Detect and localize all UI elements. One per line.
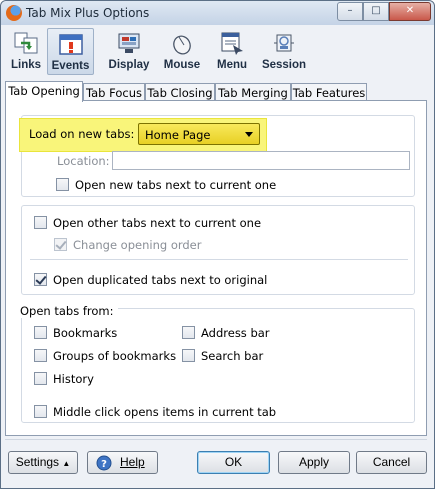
svg-text:?: ? xyxy=(101,459,107,470)
mouse-icon xyxy=(173,35,191,55)
search-bar-checkbox[interactable] xyxy=(182,349,195,362)
divider xyxy=(30,259,408,260)
toolbar-session[interactable]: Session xyxy=(260,28,308,75)
load-new-tabs-label: Load on new tabs: xyxy=(29,127,135,141)
tab-tab-focus[interactable]: Tab Focus xyxy=(83,83,145,101)
load-new-tabs-select[interactable]: Home Page xyxy=(138,123,260,145)
maximize-button[interactable]: □ xyxy=(363,2,389,21)
maximize-icon: □ xyxy=(371,5,381,16)
toolbar-mouse[interactable]: Mouse xyxy=(160,28,204,75)
bookmarks-checkbox[interactable] xyxy=(34,326,47,339)
open-other-checkbox[interactable] xyxy=(34,216,47,229)
tab-tab-opening[interactable]: Tab Opening xyxy=(5,81,83,102)
chevron-down-icon xyxy=(245,132,253,137)
address-bar-label: Address bar xyxy=(201,326,270,340)
menu-icon xyxy=(221,32,243,55)
open-tabs-from-group: Open tabs from: Bookmarks Address bar Gr… xyxy=(16,304,415,423)
settings-button-label: Settings xyxy=(15,455,60,469)
toolbar-menu[interactable]: Menu xyxy=(212,28,252,75)
open-next-label: Open new tabs next to current one xyxy=(75,178,277,192)
help-button-label: Help xyxy=(120,455,145,469)
toolbar-events-label: Events xyxy=(51,60,90,72)
footer-divider xyxy=(5,439,427,440)
change-order-label: Change opening order xyxy=(73,238,202,252)
toolbar-links-label: Links xyxy=(10,59,42,71)
window-title: Tab Mix Plus Options xyxy=(26,6,150,20)
open-tabs-from-title: Open tabs from: xyxy=(16,304,118,318)
toolbar-session-label: Session xyxy=(261,59,307,71)
middle-click-label: Middle click opens items in current tab xyxy=(53,405,277,419)
groups-of-bookmarks-checkbox[interactable] xyxy=(34,349,47,362)
tab-opening-panel: Load on new tabs: Home Page Location: Op… xyxy=(5,100,427,436)
firefox-icon xyxy=(6,5,22,21)
groups-of-bookmarks-label: Groups of bookmarks xyxy=(53,349,177,363)
toolbar-links[interactable]: Links xyxy=(7,28,45,75)
bookmarks-label: Bookmarks xyxy=(53,326,118,340)
load-new-tabs-group: Load on new tabs: Home Page Location: Op… xyxy=(19,115,415,197)
toolbar-display-label: Display xyxy=(108,59,150,71)
other-tabs-group: Open other tabs next to current one Chan… xyxy=(21,205,415,295)
ok-button[interactable]: OK xyxy=(197,451,270,474)
links-icon xyxy=(14,32,38,54)
open-next-checkbox[interactable] xyxy=(56,178,69,191)
apply-button[interactable]: Apply xyxy=(278,451,350,474)
toolbar-mouse-label: Mouse xyxy=(163,59,201,71)
tab-tab-features[interactable]: Tab Features xyxy=(291,83,367,101)
help-icon: ? xyxy=(96,455,112,471)
minimize-button[interactable]: – xyxy=(337,2,363,21)
close-button[interactable]: ✕ xyxy=(389,2,431,21)
toolbar-events[interactable]: Events xyxy=(47,28,94,75)
open-other-label: Open other tabs next to current one xyxy=(53,216,262,230)
address-bar-checkbox[interactable] xyxy=(182,326,195,339)
minimize-icon: – xyxy=(347,5,353,16)
search-bar-label: Search bar xyxy=(201,349,264,363)
tab-tab-closing[interactable]: Tab Closing xyxy=(145,83,215,101)
caret-up-icon: ▲ xyxy=(62,459,71,468)
category-toolbar: Links Events Display Mouse Menu Session xyxy=(5,28,425,76)
options-window: Tab Mix Plus Options – □ ✕ Links Events xyxy=(0,0,435,489)
toolbar-display[interactable]: Display xyxy=(106,28,152,75)
toolbar-menu-label: Menu xyxy=(216,59,248,71)
close-icon: ✕ xyxy=(405,5,415,16)
cancel-button[interactable]: Cancel xyxy=(356,451,427,474)
location-input[interactable] xyxy=(112,151,410,170)
title-bar[interactable]: Tab Mix Plus Options – □ ✕ xyxy=(1,1,434,25)
load-new-tabs-value: Home Page xyxy=(145,128,211,142)
session-icon xyxy=(274,34,294,52)
help-button[interactable]: ? Help xyxy=(87,451,158,474)
change-order-checkbox[interactable] xyxy=(54,238,67,251)
middle-click-checkbox[interactable] xyxy=(34,405,47,418)
history-label: History xyxy=(53,372,94,386)
display-icon xyxy=(118,33,140,53)
history-checkbox[interactable] xyxy=(34,372,47,385)
tab-tab-merging[interactable]: Tab Merging xyxy=(215,83,291,101)
location-label: Location: xyxy=(57,154,110,168)
open-duplicated-label: Open duplicated tabs next to original xyxy=(53,273,268,287)
events-icon xyxy=(58,34,83,55)
settings-button[interactable]: Settings ▲ xyxy=(8,451,78,474)
open-duplicated-checkbox[interactable] xyxy=(34,273,47,286)
